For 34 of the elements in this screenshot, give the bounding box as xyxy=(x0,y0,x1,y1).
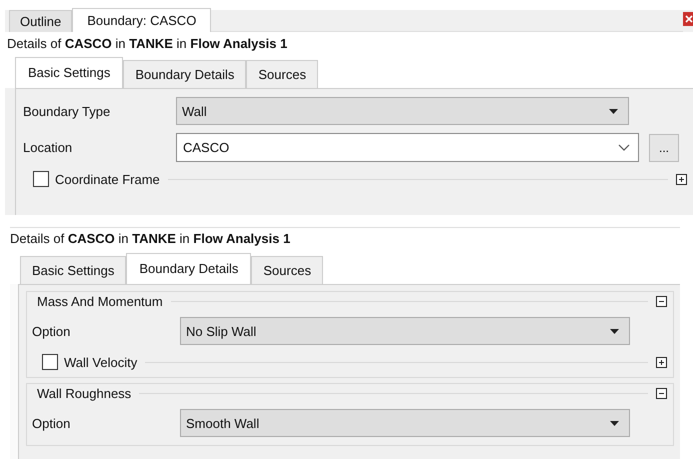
close-icon[interactable] xyxy=(683,12,693,26)
checkbox[interactable] xyxy=(42,354,58,370)
browse-button[interactable]: ... xyxy=(649,134,679,162)
details-heading: Details of CASCO in TANKE in Flow Analysis 1 xyxy=(5,32,693,57)
panel-tab[interactable]: Boundary: CASCO xyxy=(72,8,212,32)
dropdown[interactable]: No Slip Wall xyxy=(180,317,630,345)
field-label: Option xyxy=(32,416,72,430)
caret-icon xyxy=(609,108,618,114)
dropdown[interactable]: Wall xyxy=(176,97,629,125)
field-label: Location xyxy=(23,140,74,155)
checkbox[interactable] xyxy=(33,171,49,187)
expand-icon[interactable] xyxy=(676,174,687,184)
caret-icon xyxy=(610,420,619,426)
settings-tab[interactable]: Basic Settings xyxy=(20,256,126,284)
settings-tab[interactable]: Sources xyxy=(246,60,318,88)
details-heading: Details of CASCO in TANKE in Flow Analysis 1 xyxy=(10,228,680,253)
caret-icon xyxy=(610,328,619,334)
collapse-icon[interactable] xyxy=(656,296,667,306)
expand-icon[interactable] xyxy=(656,356,667,368)
dropdown[interactable]: Smooth Wall xyxy=(180,409,630,437)
settings-tab[interactable]: Boundary Details xyxy=(123,60,246,88)
settings-tab[interactable]: Boundary Details xyxy=(126,253,252,284)
panel-tab[interactable]: Outline xyxy=(9,10,72,32)
group-title: Wall Velocity xyxy=(64,354,138,370)
group-title: Coordinate Frame xyxy=(55,172,160,186)
group-title: Wall Roughness xyxy=(36,386,132,400)
combo-field[interactable]: CASCO xyxy=(176,133,639,162)
collapse-icon[interactable] xyxy=(656,388,667,398)
group-title: Mass And Momentum xyxy=(36,294,163,308)
field-label: Option xyxy=(32,324,72,338)
field-label: Boundary Type xyxy=(23,104,112,118)
chevron-icon xyxy=(618,144,630,151)
settings-tab[interactable]: Sources xyxy=(251,256,324,284)
settings-tab[interactable]: Basic Settings xyxy=(15,57,124,88)
